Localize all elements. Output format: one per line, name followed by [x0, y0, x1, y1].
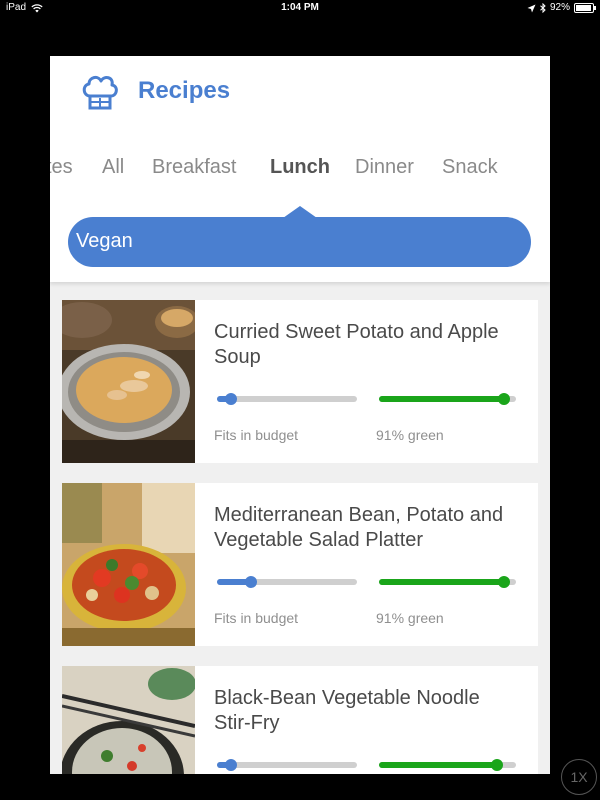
green-label: 91% green [376, 427, 444, 443]
budget-label: Fits in budget [214, 427, 299, 443]
diet-filter-button[interactable]: Vegan [68, 217, 531, 267]
recipe-card[interactable]: Mediterranean Bean, Potato and Vegetable… [62, 483, 538, 646]
clock: 1:04 PM [281, 2, 319, 13]
recipe-photo-soup [62, 300, 195, 463]
status-bar: iPad 1:04 PM 92% [0, 0, 600, 16]
recipe-card[interactable]: Black-Bean Vegetable Noodle Stir-Fry [62, 666, 538, 774]
recipe-title: Mediterranean Bean, Potato and Vegetable… [214, 504, 504, 551]
category-tabs: tes All Breakfast Lunch Dinner Snack [50, 152, 550, 182]
battery-percent: 92% [549, 2, 570, 13]
budget-meter [217, 576, 357, 588]
battery-icon [574, 3, 596, 13]
location-arrow-icon [527, 4, 536, 12]
tab-all[interactable]: All [102, 152, 124, 182]
green-label: 91% green [376, 610, 444, 626]
tab-lunch[interactable]: Lunch [270, 152, 330, 182]
budget-meter [217, 759, 357, 771]
budget-meter [217, 393, 357, 405]
recipes-app: Recipes tes All Breakfast Lunch Dinner S… [50, 56, 550, 774]
recipe-photo-noodle-stir-fry [62, 666, 195, 774]
zoom-toggle-button[interactable]: 1X [561, 759, 597, 795]
green-meter [379, 393, 516, 405]
tab-snack[interactable]: Snack [442, 152, 498, 182]
green-meter [379, 759, 516, 771]
recipe-title: Curried Sweet Potato and Apple Soup [214, 321, 499, 368]
recipe-photo-salad-platter [62, 483, 195, 646]
green-meter [379, 576, 516, 588]
tab-partial[interactable]: tes [50, 152, 73, 182]
bluetooth-icon [540, 3, 546, 13]
app-title: Recipes [138, 77, 231, 104]
tab-dinner[interactable]: Dinner [355, 152, 414, 182]
recipe-card[interactable]: Curried Sweet Potato and Apple Soup Fits… [62, 300, 538, 463]
budget-label: Fits in budget [214, 610, 299, 626]
recipe-title: Black-Bean Vegetable Noodle Stir-Fry [214, 687, 480, 734]
tab-breakfast[interactable]: Breakfast [152, 152, 236, 182]
chef-hat-icon [82, 75, 118, 110]
app-header: Recipes tes All Breakfast Lunch Dinner S… [50, 56, 550, 282]
